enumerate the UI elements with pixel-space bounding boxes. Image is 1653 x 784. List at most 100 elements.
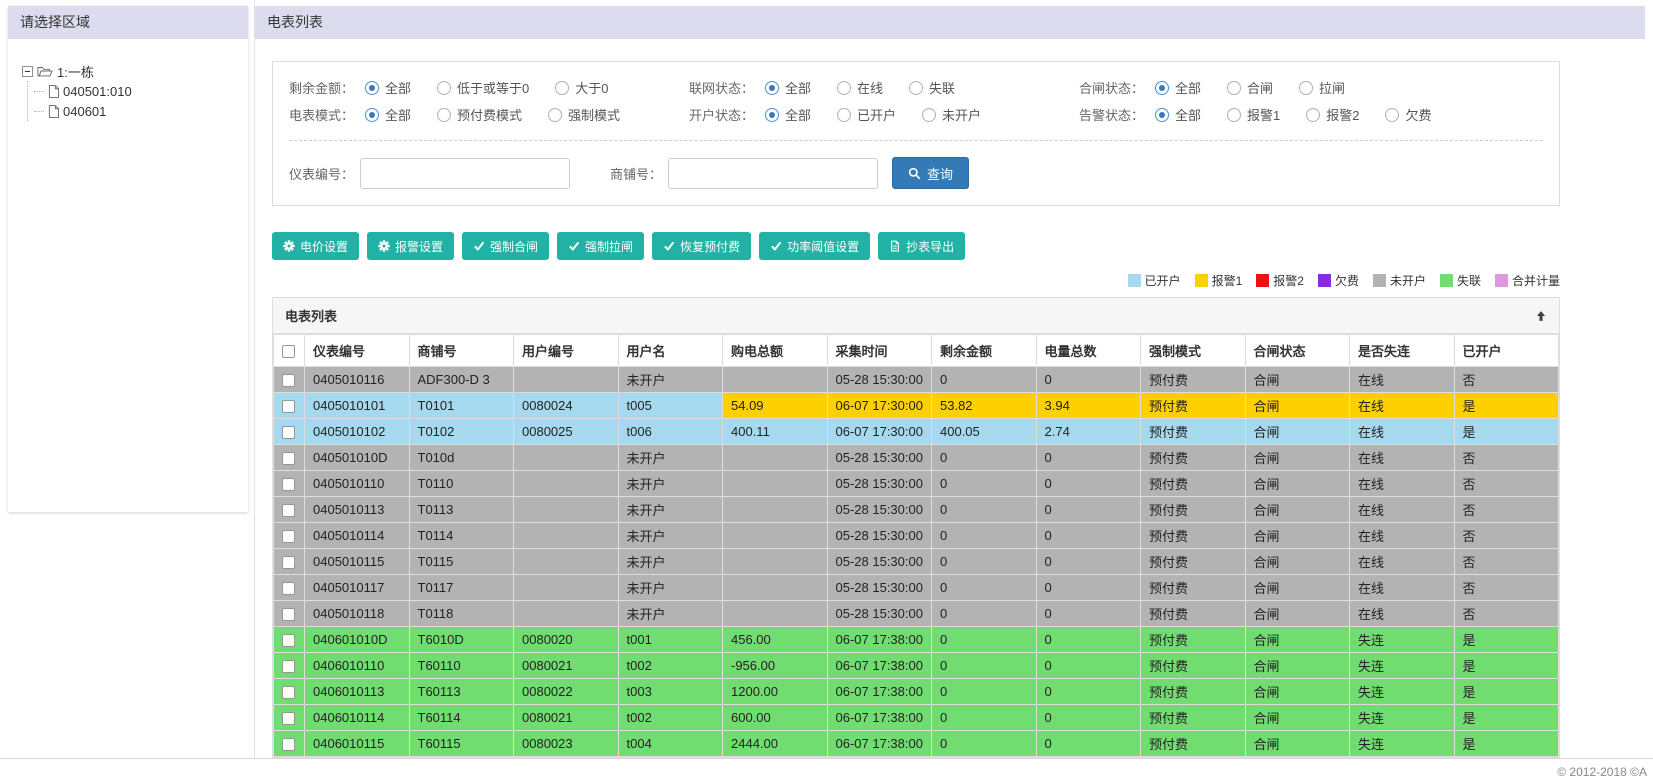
radio-option[interactable]: 全部 — [765, 105, 811, 124]
legend-item: 已开户 — [1127, 272, 1181, 289]
restore-prepaid-button[interactable]: 恢复预付费 — [652, 232, 752, 260]
table-row[interactable]: 040501010D T010d 未开户 05-28 15:30:00 0 0 预付费 合闸在… — [273, 444, 1559, 471]
tree-node-label[interactable]: 040601 — [63, 104, 106, 119]
table-row[interactable]: 0405010113 T0113 未开户 05-28 15:30:00 0 0 预付费 合闸在… — [273, 496, 1559, 523]
table-row[interactable]: 040601010D T6010D 0080020 t001 456.00 06-07 1… — [273, 626, 1559, 653]
radio-icon[interactable] — [365, 107, 379, 122]
table-row[interactable]: 0405010101 T0101 0080024 t005 54.09 06-07 17:… — [273, 392, 1559, 419]
radio-option[interactable]: 全部 — [1155, 105, 1201, 124]
row-checkbox[interactable] — [282, 530, 295, 544]
table-cell: 预付费 — [1140, 600, 1246, 627]
sidebar-title: 请选择区域 — [8, 6, 248, 39]
radio-option[interactable]: 报警1 — [1227, 105, 1280, 124]
price-settings-button[interactable]: 电价设置 — [272, 232, 360, 260]
table-row[interactable]: 0405010118 T0118 未开户 05-28 15:30:00 0 0 预付费 合闸在… — [273, 600, 1559, 627]
radio-icon[interactable] — [1227, 80, 1242, 95]
radio-option[interactable]: 低于或等于0 — [437, 78, 529, 97]
tree-node-label[interactable]: 1:一栋 — [57, 62, 94, 81]
table-row[interactable]: 0405010117 T0117 未开户 05-28 15:30:00 0 0 预付费 合闸在… — [273, 574, 1559, 601]
table-row[interactable]: 0405010116 ADF300-D 3 未开户 05-28 15:30:00 0 0 预… — [273, 366, 1559, 393]
meter-no-input[interactable] — [360, 157, 571, 189]
radio-icon[interactable] — [837, 107, 852, 122]
radio-option[interactable]: 全部 — [365, 105, 411, 124]
row-checkbox[interactable] — [282, 738, 295, 752]
row-checkbox[interactable] — [282, 504, 295, 518]
table-row[interactable]: 0405010110 T0110 未开户 05-28 15:30:00 0 0 预付费 合闸在… — [273, 470, 1559, 497]
radio-option[interactable]: 失联 — [909, 78, 955, 97]
row-checkbox[interactable] — [282, 478, 295, 492]
radio-option[interactable]: 已开户 — [837, 105, 896, 124]
radio-icon[interactable] — [555, 80, 570, 95]
radio-option[interactable]: 全部 — [1155, 78, 1201, 97]
radio-icon[interactable] — [1306, 107, 1321, 122]
radio-icon[interactable] — [765, 80, 779, 95]
radio-option[interactable]: 强制模式 — [548, 105, 620, 124]
search-button-label: 查询 — [927, 166, 954, 182]
table-cell: T0102 — [408, 418, 514, 445]
radio-icon[interactable] — [922, 107, 937, 122]
meter-export-button[interactable]: 抄表导出 — [878, 232, 966, 260]
radio-icon[interactable] — [437, 80, 452, 95]
collapse-panel-icon[interactable] — [1535, 310, 1547, 322]
button-label: 报警设置 — [395, 239, 444, 254]
table-row[interactable]: 0405010102 T0102 0080025 t006 400.11 06-07 17… — [273, 418, 1559, 445]
table-row[interactable]: 0406010113 T60113 0080022 t003 1200.00 06-07 … — [273, 678, 1559, 705]
table-cell — [722, 522, 828, 549]
row-checkbox[interactable] — [282, 608, 295, 622]
tree-node[interactable]: 040501:010 — [34, 81, 234, 101]
radio-option[interactable]: 欠费 — [1385, 105, 1432, 124]
table-cell: 0 — [931, 704, 1037, 731]
radio-icon[interactable] — [1227, 107, 1242, 122]
alarm-settings-button[interactable]: 报警设置 — [367, 232, 455, 260]
radio-icon[interactable] — [837, 80, 852, 95]
radio-option[interactable]: 全部 — [765, 78, 811, 97]
power-threshold-button[interactable]: 功率阈值设置 — [759, 232, 871, 260]
radio-icon[interactable] — [909, 80, 924, 95]
force-close-button[interactable]: 强制合闸 — [462, 232, 550, 260]
table-row[interactable]: 0406010115 T60115 0080023 t004 2444.00 06-07 … — [273, 730, 1559, 757]
table-row[interactable]: 0405010115 T0115 未开户 05-28 15:30:00 0 0 预付费 合闸在… — [273, 548, 1559, 575]
row-checkbox[interactable] — [282, 426, 295, 440]
table-row[interactable]: 0406010110 T60110 0080021 t002 -956.00 06-07 … — [273, 652, 1559, 679]
row-checkbox[interactable] — [282, 686, 295, 700]
table-cell: T60114 — [408, 704, 514, 731]
tree-node-root[interactable]: 1:一栋 — [22, 61, 234, 81]
tree-collapse-icon[interactable] — [22, 65, 33, 77]
row-checkbox[interactable] — [282, 374, 295, 388]
radio-option[interactable]: 全部 — [365, 78, 411, 97]
radio-icon[interactable] — [1299, 80, 1314, 95]
table-cell: 失连 — [1349, 678, 1455, 705]
tree-node-label[interactable]: 040501:010 — [63, 84, 132, 99]
main-content: 剩余金额： 全部 低于或等于0 大于0 联网状态： 全部 在线 失联 合闸状态： 全部 合闸 拉闸 电表… — [255, 39, 1560, 758]
table-cell: 预付费 — [1140, 470, 1246, 497]
radio-icon[interactable] — [437, 107, 452, 122]
table-row[interactable]: 0405010114 T0114 未开户 05-28 15:30:00 0 0 预付费 合闸在… — [273, 522, 1559, 549]
radio-icon[interactable] — [365, 80, 379, 95]
tree-node[interactable]: 040601 — [34, 101, 234, 121]
select-all-checkbox[interactable] — [282, 345, 295, 359]
search-button[interactable]: 查询 — [892, 157, 970, 189]
radio-icon[interactable] — [1385, 107, 1400, 122]
row-checkbox[interactable] — [282, 400, 295, 414]
row-checkbox[interactable] — [282, 452, 295, 466]
radio-option[interactable]: 拉闸 — [1299, 78, 1345, 97]
radio-icon[interactable] — [765, 107, 779, 122]
row-checkbox[interactable] — [282, 634, 295, 648]
row-checkbox[interactable] — [282, 556, 295, 570]
row-checkbox[interactable] — [282, 582, 295, 596]
radio-option[interactable]: 在线 — [837, 78, 883, 97]
radio-option[interactable]: 预付费模式 — [437, 105, 522, 124]
table-cell: 否 — [1453, 470, 1559, 497]
row-checkbox[interactable] — [282, 660, 295, 674]
radio-icon[interactable] — [548, 107, 563, 122]
radio-option[interactable]: 报警2 — [1306, 105, 1359, 124]
radio-icon[interactable] — [1155, 80, 1169, 95]
radio-icon[interactable] — [1155, 107, 1169, 122]
table-row[interactable]: 0406010114 T60114 0080021 t002 600.00 06-07 1… — [273, 704, 1559, 731]
radio-option[interactable]: 合闸 — [1227, 78, 1273, 97]
force-trip-button[interactable]: 强制拉闸 — [557, 232, 645, 260]
radio-option[interactable]: 未开户 — [922, 105, 981, 124]
radio-option[interactable]: 大于0 — [555, 78, 608, 97]
row-checkbox[interactable] — [282, 712, 295, 726]
shop-no-input[interactable] — [668, 157, 879, 189]
